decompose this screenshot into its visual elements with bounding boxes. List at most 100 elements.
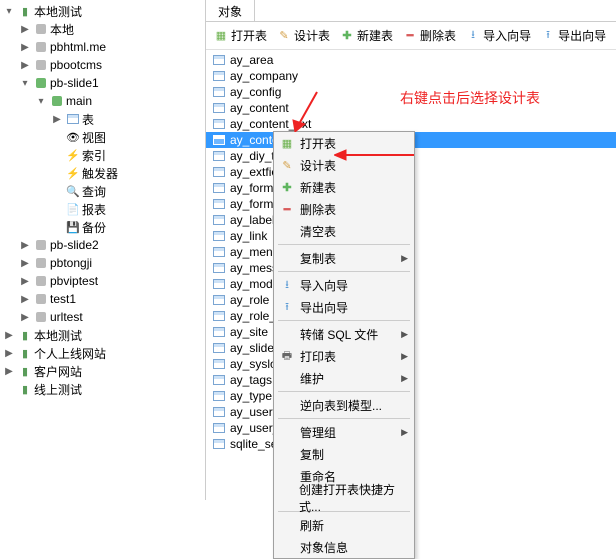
- separator: [278, 391, 410, 392]
- table-icon: [212, 325, 226, 339]
- import-button[interactable]: ⭳导入向导: [462, 25, 535, 46]
- expander-icon[interactable]: ▶: [18, 256, 32, 270]
- blank-icon: [280, 327, 294, 341]
- expander-icon[interactable]: ▶: [18, 22, 32, 36]
- tree-item[interactable]: ▾main: [0, 92, 205, 110]
- chevron-right-icon[interactable]: ▶: [2, 346, 16, 360]
- tab-objects[interactable]: 对象: [206, 0, 255, 21]
- table-name: ay_label: [230, 213, 275, 227]
- query-icon: 🔍: [66, 184, 80, 198]
- expander-icon[interactable]: [50, 202, 64, 216]
- expander-icon[interactable]: ▶: [18, 274, 32, 288]
- context-menu-item[interactable]: ⭳导入向导: [274, 274, 414, 296]
- tree-label: 触发器: [82, 165, 118, 182]
- table-icon: [212, 437, 226, 451]
- minus-icon: ━: [403, 29, 417, 43]
- blank-icon: [280, 469, 294, 483]
- context-menu-item[interactable]: 刷新: [274, 514, 414, 536]
- context-menu-item[interactable]: 🖶打印表▶: [274, 345, 414, 367]
- menu-label: 逆向表到模型...: [300, 397, 382, 414]
- dbgrey-icon: [34, 40, 48, 54]
- context-menu-item[interactable]: 复制: [274, 443, 414, 465]
- separator: [278, 320, 410, 321]
- tree-label: 表: [82, 111, 94, 128]
- context-menu-item[interactable]: 清空表: [274, 220, 414, 242]
- tree-item[interactable]: ▶ test1: [0, 290, 205, 308]
- tree-item[interactable]: ▶pbootcms: [0, 56, 205, 74]
- chevron-right-icon[interactable]: ▶: [2, 328, 16, 342]
- backup-icon: 💾: [66, 220, 80, 234]
- tree-item[interactable]: 👁视图: [0, 128, 205, 146]
- tree-item[interactable]: 📄报表: [0, 200, 205, 218]
- export-button[interactable]: ⭱导出向导: [537, 25, 610, 46]
- chevron-down-icon[interactable]: ▾: [2, 4, 16, 18]
- context-menu-item[interactable]: ⭱导出向导: [274, 296, 414, 318]
- context-menu-item[interactable]: 创建打开表快捷方式...: [274, 487, 414, 509]
- tree-item[interactable]: ▶pbtongji: [0, 254, 205, 272]
- expander-icon[interactable]: ▾: [18, 76, 32, 90]
- tree-item[interactable]: ▶ pb-slide2: [0, 236, 205, 254]
- connection-3[interactable]: ▶ ▮ 个人上线网站: [0, 344, 205, 362]
- expander-icon[interactable]: [50, 130, 64, 144]
- new-table-button[interactable]: ✚新建表: [336, 25, 397, 46]
- tree-item[interactable]: ⚡触发器: [0, 164, 205, 182]
- table-row[interactable]: ay_company: [206, 68, 616, 84]
- connection-2[interactable]: ▶ ▮ 本地测试: [0, 326, 205, 344]
- tree-label: pb-slide2: [50, 238, 99, 252]
- expander-icon[interactable]: ▾: [34, 94, 48, 108]
- table-row[interactable]: ay_area: [206, 52, 616, 68]
- tree-item[interactable]: 💾备份: [0, 218, 205, 236]
- table-icon: [66, 112, 80, 126]
- context-menu-item[interactable]: 管理组▶: [274, 421, 414, 443]
- context-menu-item[interactable]: 转储 SQL 文件▶: [274, 323, 414, 345]
- open-icon: ▦: [214, 29, 228, 43]
- dbgrey-icon: [34, 58, 48, 72]
- connection-4[interactable]: ▶ ▮ 客户网站: [0, 362, 205, 380]
- dbgrey-icon: [34, 256, 48, 270]
- open-table-button[interactable]: ▦打开表: [210, 25, 271, 46]
- table-row[interactable]: ay_content_ext: [206, 116, 616, 132]
- expander-icon[interactable]: [50, 220, 64, 234]
- menu-label: 管理组: [300, 424, 336, 441]
- expander-icon[interactable]: ▶: [18, 310, 32, 324]
- tree-item[interactable]: ▶pbviptest: [0, 272, 205, 290]
- expander-icon[interactable]: [50, 166, 64, 180]
- tree-label: pbhtml.me: [50, 40, 106, 54]
- design-table-button[interactable]: ✎设计表: [273, 25, 334, 46]
- dbgrey-icon: [34, 310, 48, 324]
- expander-icon[interactable]: [50, 184, 64, 198]
- table-icon: [212, 133, 226, 147]
- expander-icon[interactable]: ▶: [18, 238, 32, 252]
- table-name: ay_form: [230, 181, 273, 195]
- context-menu-item[interactable]: ━删除表: [274, 198, 414, 220]
- connection-5[interactable]: ▮ 线上测试: [0, 380, 205, 398]
- tree-label: urltest: [50, 310, 83, 324]
- tree-item[interactable]: ▾pb-slide1: [0, 74, 205, 92]
- expander-icon[interactable]: ▶: [18, 58, 32, 72]
- expander-icon[interactable]: ▶: [18, 40, 32, 54]
- blank-icon: [280, 251, 294, 265]
- table-icon: [212, 101, 226, 115]
- context-menu-item[interactable]: ✚新建表: [274, 176, 414, 198]
- expander-icon[interactable]: [50, 148, 64, 162]
- tree-item[interactable]: ▶ pbhtml.me: [0, 38, 205, 56]
- blank-icon: [280, 447, 294, 461]
- tree-item[interactable]: ⚡索引: [0, 146, 205, 164]
- expander-icon[interactable]: ▶: [18, 292, 32, 306]
- context-menu-item[interactable]: 对象信息: [274, 536, 414, 558]
- delete-table-button[interactable]: ━删除表: [399, 25, 460, 46]
- expander-icon[interactable]: ▶: [50, 112, 64, 126]
- connection-local-test[interactable]: ▾ ▮ 本地测试: [0, 2, 205, 20]
- tree-item[interactable]: ▶表: [0, 110, 205, 128]
- tree-item[interactable]: ▶ urltest: [0, 308, 205, 326]
- tree-label: test1: [50, 292, 76, 306]
- context-menu-item[interactable]: 维护▶: [274, 367, 414, 389]
- tree-item[interactable]: 🔍查询: [0, 182, 205, 200]
- table-name: ay_type: [230, 389, 272, 403]
- context-menu-item[interactable]: 逆向表到模型...: [274, 394, 414, 416]
- context-menu-item[interactable]: 复制表▶: [274, 247, 414, 269]
- chevron-right-icon[interactable]: ▶: [2, 364, 16, 378]
- table-name: ay_config: [230, 85, 281, 99]
- tree-item[interactable]: ▶本地: [0, 20, 205, 38]
- chevron-right-icon[interactable]: [2, 382, 16, 396]
